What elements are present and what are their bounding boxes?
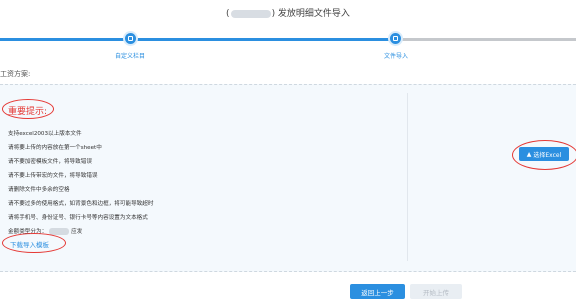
tip-item: 请不要过多的使用格式，如背景色和边框，将可能导致超时: [8, 201, 154, 207]
start-upload-button[interactable]: 开始上传: [410, 284, 462, 299]
redacted-name: [230, 9, 271, 18]
back-button[interactable]: 返回上一步: [350, 284, 405, 299]
import-panel: 重要提示: 支持excel2003以上版本文件 请将要上传的内容放在第一个she…: [0, 84, 576, 272]
page-title-prefix: (: [226, 9, 230, 19]
panel-divider: [407, 93, 408, 261]
page-title: ( ) 发放明细文件导入: [0, 6, 576, 19]
step-2-node: [390, 33, 401, 44]
tip-item: 请将手机号、身份证号、银行卡号等内容设置为文本格式: [8, 215, 148, 221]
step-progress: [0, 33, 576, 47]
step-2-label: 文件导入: [383, 53, 409, 60]
progress-remaining-bar: [395, 38, 576, 41]
step-1-node: [125, 33, 136, 44]
upload-icon: ▲: [526, 150, 532, 158]
step-1-icon: [128, 36, 133, 41]
tip-item: 请不要加密模板文件，将导致错误: [8, 159, 92, 165]
page-title-text: ) 发放明细文件导入: [271, 9, 350, 19]
step-2-icon: [393, 36, 398, 41]
progress-completed-bar: [0, 38, 395, 41]
amount-suffix: 应发: [71, 229, 83, 235]
plan-label: 工资方案:: [0, 70, 31, 78]
tips-title: 重要提示:: [8, 107, 48, 117]
tip-item: 请将要上传的内容放在第一个sheet中: [8, 145, 102, 151]
tip-item: 请不要上传带宏的文件，将导致错误: [8, 173, 98, 179]
tips-list: 支持excel2003以上版本文件 请将要上传的内容放在第一个sheet中 请不…: [8, 127, 153, 239]
step-1-label: 自定义栏目: [114, 53, 146, 60]
tip-item: 请删除文件中多余的空格: [8, 187, 70, 193]
select-excel-button[interactable]: ▲ 选择Excel: [519, 147, 569, 161]
download-template-link[interactable]: 下载导入模板: [10, 239, 49, 249]
tip-item: 支持excel2003以上版本文件: [8, 131, 82, 137]
select-excel-label: 选择Excel: [533, 151, 562, 159]
